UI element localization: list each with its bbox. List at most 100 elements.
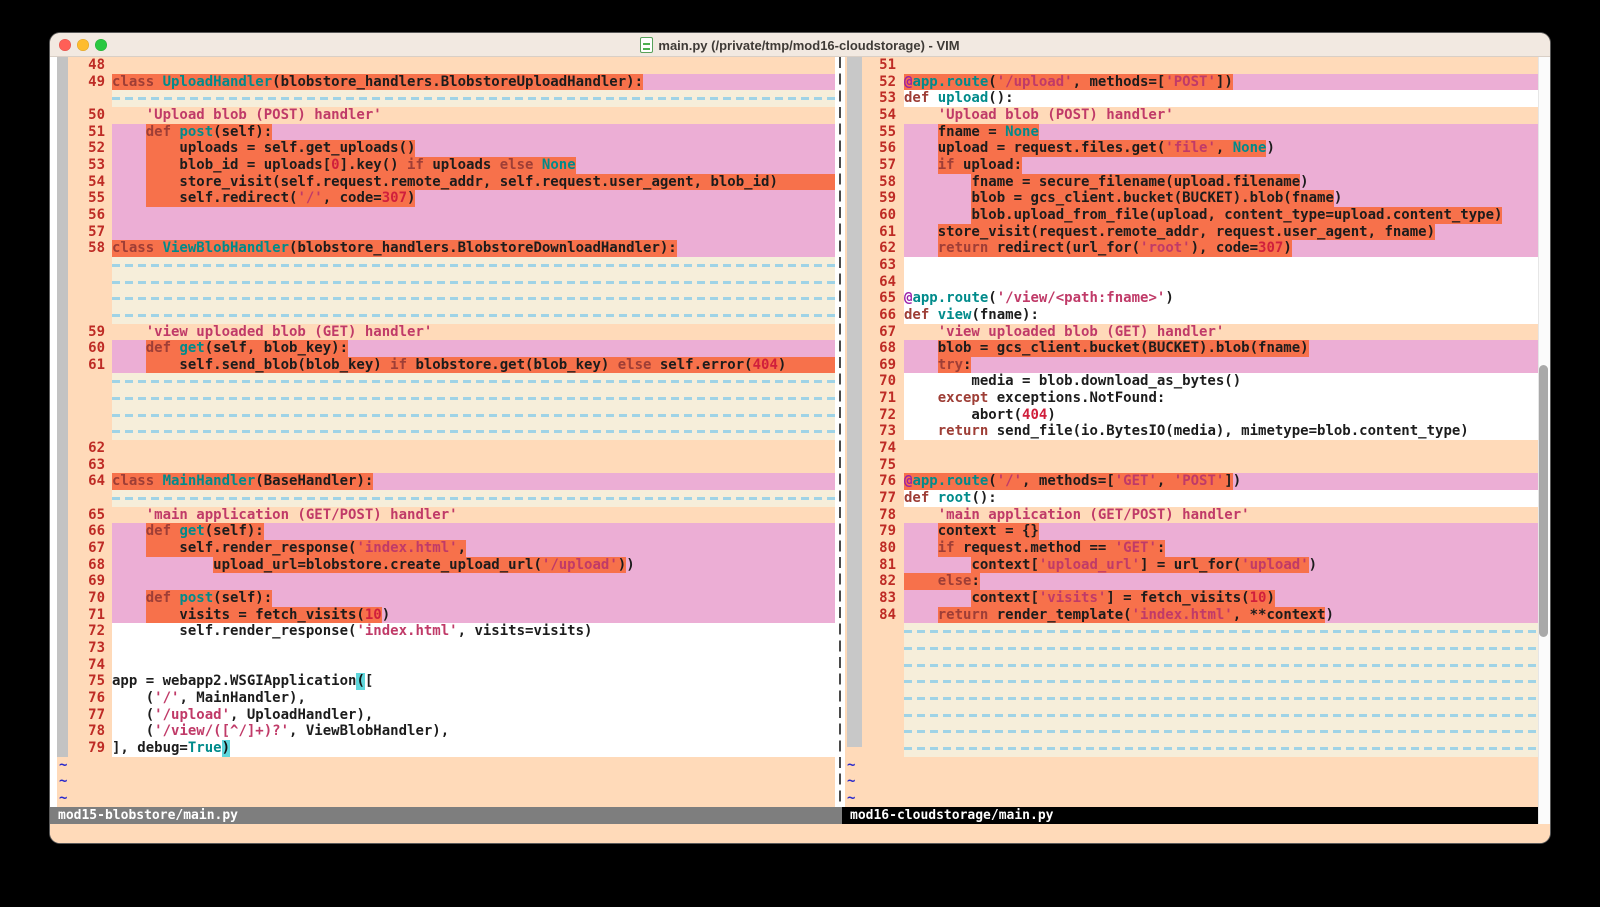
code-line[interactable]: 64 (845, 274, 1538, 291)
code-line[interactable]: 75 (845, 457, 1538, 474)
code-line[interactable]: 66 def get(self): (57, 523, 835, 540)
code-line[interactable]: 77def root(): (845, 490, 1538, 507)
vertical-split-separator[interactable] (835, 57, 845, 807)
code-line[interactable]: 71 except exceptions.NotFound: (845, 390, 1538, 407)
code-token: self.render_response( (112, 623, 356, 640)
code-token: exceptions.NotFound: (988, 390, 1165, 407)
code-line[interactable]: 58 fname = secure_filename(upload.filena… (845, 174, 1538, 191)
code-line[interactable]: 54 'Upload blob (POST) handler' (845, 107, 1538, 124)
code-line[interactable]: 51 def post(self): (57, 124, 835, 141)
right-pane-left-scrollbar-thumb[interactable] (847, 57, 862, 747)
code-line[interactable]: 81 context['upload_url'] = url_for('uplo… (845, 557, 1538, 574)
code-token: visits = fetch_visits( (146, 607, 365, 624)
code-line[interactable]: 67 'view uploaded blob (GET) handler' (845, 324, 1538, 341)
left-scrollbar-track[interactable] (50, 57, 57, 807)
code-line[interactable]: 77 ('/upload', UploadHandler), (57, 707, 835, 724)
code-line[interactable]: 61 self.send_blob(blob_key) if blobstore… (57, 357, 835, 374)
code-line[interactable]: 63 (845, 257, 1538, 274)
code-line[interactable]: 72 abort(404) (845, 407, 1538, 424)
code-line[interactable]: 74 (845, 440, 1538, 457)
code-line[interactable]: 67 self.render_response('index.html', (57, 540, 835, 557)
code-line[interactable]: 51 (845, 57, 1538, 74)
code-line[interactable]: 66def view(fname): (845, 307, 1538, 324)
code-token (904, 224, 938, 241)
code-line[interactable]: 59 blob = gcs_client.bucket(BUCKET).blob… (845, 190, 1538, 207)
code-token: , (1157, 473, 1174, 490)
code-line[interactable]: 82 else: (845, 573, 1538, 590)
code-line[interactable]: 79], debug=True) (57, 740, 835, 757)
code-token: root (938, 490, 972, 507)
code-token: '/upload' (154, 707, 230, 724)
code-line[interactable]: 62 (57, 440, 835, 457)
code-line[interactable]: 54 store_visit(self.request.remote_addr,… (57, 174, 835, 191)
code-line[interactable]: 69 (57, 573, 835, 590)
right-scrollbar-thumb[interactable] (1539, 365, 1548, 637)
right-editor-pane[interactable]: 5152@app.route('/upload', methods=['POST… (845, 57, 1538, 807)
code-line[interactable]: 63 (57, 457, 835, 474)
right-statusline[interactable]: mod16-cloudstorage/main.py (842, 807, 1538, 824)
code-token: else (618, 357, 652, 374)
code-line[interactable]: 58class ViewBlobHandler(blobstore_handle… (57, 240, 835, 257)
code-line[interactable]: 70 media = blob.download_as_bytes() (845, 373, 1538, 390)
code-line[interactable]: 53 blob_id = uploads[0].key() if uploads… (57, 157, 835, 174)
code-line[interactable]: 76@app.route('/', methods=['GET', 'POST'… (845, 473, 1538, 490)
empty-line-marker: ~ (57, 757, 835, 774)
code-line[interactable]: 78 'main application (GET/POST) handler' (845, 507, 1538, 524)
code-token (112, 607, 146, 624)
code-line[interactable]: 55 self.redirect('/', code=307) (57, 190, 835, 207)
code-token: blob = gcs_client.bucket(BUCKET).blob(fn… (971, 190, 1333, 207)
code-token: , ViewBlobHandler), (289, 723, 449, 740)
code-line[interactable]: 50 'Upload blob (POST) handler' (57, 107, 835, 124)
code-line[interactable]: 73 return send_file(io.BytesIO(media), m… (845, 423, 1538, 440)
code-line[interactable]: 55 fname = None (845, 124, 1538, 141)
code-line[interactable]: 62 return redirect(url_for('root'), code… (845, 240, 1538, 257)
code-token (904, 540, 938, 557)
code-line[interactable]: 65 'main application (GET/POST) handler' (57, 507, 835, 524)
code-line[interactable]: 78 ('/view/([^/]+)?', ViewBlobHandler), (57, 723, 835, 740)
code-line[interactable]: 64class MainHandler(BaseHandler): (57, 473, 835, 490)
code-line[interactable]: 80 if request.method == 'GET': (845, 540, 1538, 557)
code-token: self.redirect( (146, 190, 298, 207)
left-statusline[interactable]: mod15-blobstore/main.py (50, 807, 842, 824)
left-scrollbar-thumb[interactable] (57, 57, 68, 757)
code-line[interactable]: 73 (57, 640, 835, 657)
code-line[interactable]: 83 context['visits'] = fetch_visits(10) (845, 590, 1538, 607)
code-token: ( (112, 690, 154, 707)
code-token (112, 174, 146, 191)
code-token: ) (778, 357, 786, 374)
code-line[interactable]: 65@app.route('/view/<path:fname>') (845, 290, 1538, 307)
code-line[interactable]: 74 (57, 657, 835, 674)
code-text: class ViewBlobHandler(blobstore_handlers… (112, 240, 835, 257)
code-line[interactable]: 52@app.route('/upload', methods=['POST']… (845, 74, 1538, 91)
code-line[interactable]: 53def upload(): (845, 90, 1538, 107)
command-line[interactable] (50, 824, 1550, 843)
code-line[interactable]: 57 if upload: (845, 157, 1538, 174)
code-token (112, 140, 146, 157)
code-token: 307 (1258, 240, 1283, 257)
code-line[interactable]: 69 try: (845, 357, 1538, 374)
code-line[interactable]: 61 store_visit(request.remote_addr, requ… (845, 224, 1538, 241)
code-line[interactable]: 68 upload_url=blobstore.create_upload_ur… (57, 557, 835, 574)
code-token (904, 340, 938, 357)
code-line[interactable]: 57 (57, 224, 835, 241)
code-line[interactable]: 48 (57, 57, 835, 74)
code-line[interactable]: 49class UploadHandler(blobstore_handlers… (57, 74, 835, 91)
code-line[interactable]: 56 upload = request.files.get('file', No… (845, 140, 1538, 157)
code-line[interactable]: 56 (57, 207, 835, 224)
filler-dashes (112, 373, 835, 390)
code-line[interactable]: 70 def post(self): (57, 590, 835, 607)
code-line[interactable]: 75app = webapp2.WSGIApplication([ (57, 673, 835, 690)
code-line[interactable]: 72 self.render_response('index.html', vi… (57, 623, 835, 640)
code-line[interactable]: 79 context = {} (845, 523, 1538, 540)
left-editor-pane[interactable]: 4849class UploadHandler(blobstore_handle… (57, 57, 835, 807)
code-line[interactable]: 60 blob.upload_from_file(upload, content… (845, 207, 1538, 224)
code-line[interactable]: 84 return render_template('index.html', … (845, 607, 1538, 624)
code-line[interactable]: 59 'view uploaded blob (GET) handler' (57, 324, 835, 341)
code-line[interactable]: 76 ('/', MainHandler), (57, 690, 835, 707)
code-line[interactable]: 71 visits = fetch_visits(10) (57, 607, 835, 624)
code-line[interactable]: 60 def get(self, blob_key): (57, 340, 835, 357)
code-line[interactable]: 68 blob = gcs_client.bucket(BUCKET).blob… (845, 340, 1538, 357)
code-line[interactable]: 52 uploads = self.get_uploads() (57, 140, 835, 157)
code-text (904, 440, 1538, 457)
code-token: '/' (997, 473, 1022, 490)
